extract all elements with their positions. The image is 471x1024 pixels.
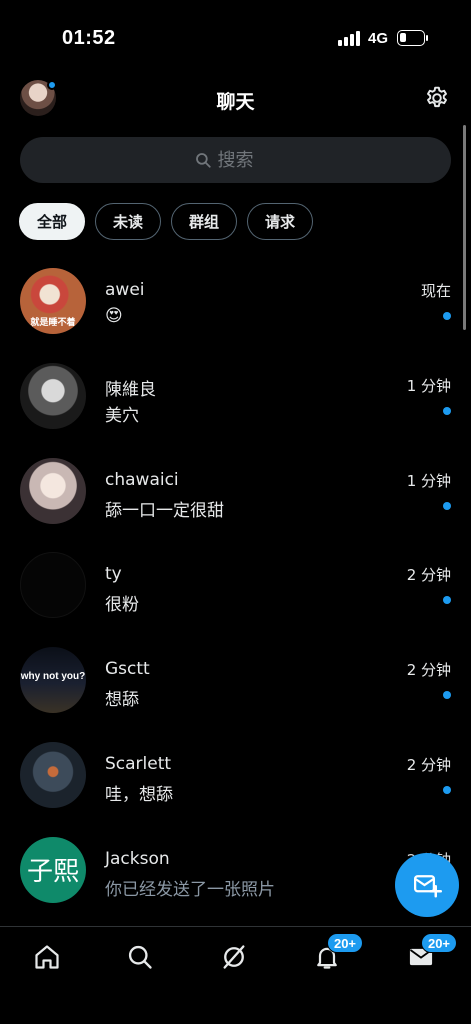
filter-requests[interactable]: 请求 [247, 203, 314, 240]
conversation-row[interactable]: 就是睡不着 awei 😍 现在 [0, 254, 471, 349]
network-type: 4G [368, 30, 389, 47]
avatar-caption: 就是睡不着 [30, 317, 76, 327]
unread-dot [443, 312, 451, 320]
conversation-preview: 哇，想舔 [105, 784, 173, 805]
avatar: why not you? [20, 647, 86, 714]
conversation-time: 2 分钟 [406, 566, 451, 585]
conversation-time: 1 分钟 [406, 471, 451, 490]
header: 聊天 [0, 72, 471, 128]
conversation-preview: 舔一口一定很甜 [105, 500, 224, 521]
conversation-preview: 😍 [105, 306, 123, 326]
unread-dot [443, 691, 451, 700]
conversation-list: 就是睡不着 awei 😍 现在 陳維良 美穴 1 分钟 chawaici 舔一口… [0, 254, 471, 918]
unread-dot [443, 501, 451, 510]
conversation-name: chawaici [105, 469, 179, 490]
search-bar[interactable] [20, 137, 451, 183]
nav-messages[interactable]: 20+ [401, 933, 457, 973]
page-title: 聊天 [216, 92, 255, 113]
unread-dot [443, 406, 451, 415]
unread-dot [443, 596, 451, 605]
filter-unread[interactable]: 未读 [95, 203, 162, 240]
filter-all[interactable]: 全部 [19, 203, 86, 240]
search-icon [195, 153, 211, 168]
avatar: 就是睡不着 [20, 268, 86, 334]
filter-chips: 全部 未读 群组 请求 [19, 203, 314, 240]
conversation-row[interactable]: why not you? Gsctt 想舔 2 分钟 [0, 633, 471, 728]
gear-icon[interactable] [424, 85, 450, 111]
filter-groups[interactable]: 群组 [171, 203, 238, 240]
conversation-name: ty [105, 564, 122, 585]
conversation-name: Scarlett [105, 753, 172, 774]
conversation-row[interactable]: 陳維良 美穴 1 分钟 [0, 349, 471, 444]
conversation-preview: 想舔 [105, 690, 139, 711]
status-bar: 01:52 4G [0, 0, 471, 70]
nav-search[interactable] [120, 941, 160, 973]
conversation-name: 陳維良 [105, 379, 156, 400]
conversation-preview: 美穴 [105, 405, 139, 426]
nav-home[interactable] [27, 941, 67, 973]
avatar [20, 362, 86, 429]
avatar-caption: why not you? [20, 671, 86, 683]
nav-grok[interactable] [214, 941, 254, 973]
conversation-row[interactable]: Scarlett 哇，想舔 2 分钟 [0, 728, 471, 823]
signal-icon [338, 31, 360, 46]
notifications-badge: 20+ [327, 933, 363, 953]
conversation-time: 2 分钟 [406, 661, 451, 680]
messages-badge: 20+ [421, 933, 457, 953]
battery-level [400, 33, 406, 42]
new-message-button[interactable] [395, 853, 459, 917]
home-icon [35, 945, 59, 969]
conversation-name: awei [105, 280, 145, 300]
avatar [20, 552, 86, 619]
scrollbar[interactable] [463, 125, 466, 330]
avatar [20, 741, 86, 808]
conversation-time: 1 分钟 [406, 376, 451, 395]
avatar: 子熙 [20, 836, 86, 903]
conversation-time: 2 分钟 [406, 755, 451, 774]
slash-circle-icon [223, 945, 245, 969]
search-input[interactable] [217, 149, 278, 171]
conversation-row[interactable]: ty 很粉 2 分钟 [0, 538, 471, 633]
avatar [20, 457, 86, 524]
unread-dot [443, 785, 451, 794]
conversation-name: Jackson [105, 848, 170, 869]
conversation-preview: 你已经发送了一张照片 [105, 879, 275, 900]
new-message-icon [414, 875, 442, 898]
nav-notifications[interactable]: 20+ [307, 933, 363, 973]
conversation-name: Gsctt [105, 659, 150, 680]
search-icon [128, 945, 152, 969]
bottom-nav: 20+ 20+ [0, 926, 471, 1024]
status-time: 01:52 [62, 27, 116, 49]
conversation-row[interactable]: chawaici 舔一口一定很甜 1 分钟 [0, 444, 471, 539]
conversation-preview: 很粉 [105, 595, 139, 616]
battery-icon [397, 30, 428, 46]
conversation-time: 现在 [420, 282, 451, 300]
